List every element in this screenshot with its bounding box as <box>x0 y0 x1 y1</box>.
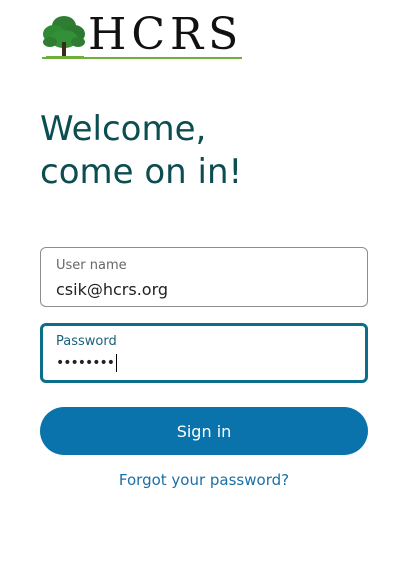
password-input[interactable]: •••••••• <box>56 354 118 372</box>
logo-wordmark: HCRS <box>88 9 244 60</box>
password-label: Password <box>56 334 117 349</box>
sign-in-button[interactable]: Sign in <box>40 407 368 455</box>
logo-underline <box>42 57 242 59</box>
welcome-line-2: come on in! <box>40 152 243 192</box>
username-field[interactable]: User name csik@hcrs.org <box>40 247 368 307</box>
welcome-heading: Welcome, come on in! <box>40 108 242 194</box>
tree-icon <box>43 16 85 58</box>
password-field[interactable]: Password •••••••• <box>40 323 368 383</box>
text-caret <box>116 354 118 372</box>
username-label: User name <box>56 258 127 273</box>
password-masked-value: •••••••• <box>56 355 115 371</box>
hcrs-logo: HCRS <box>40 9 244 62</box>
welcome-line-1: Welcome, <box>40 109 207 149</box>
forgot-password-link[interactable]: Forgot your password? <box>0 471 408 489</box>
username-input[interactable]: csik@hcrs.org <box>56 280 168 299</box>
